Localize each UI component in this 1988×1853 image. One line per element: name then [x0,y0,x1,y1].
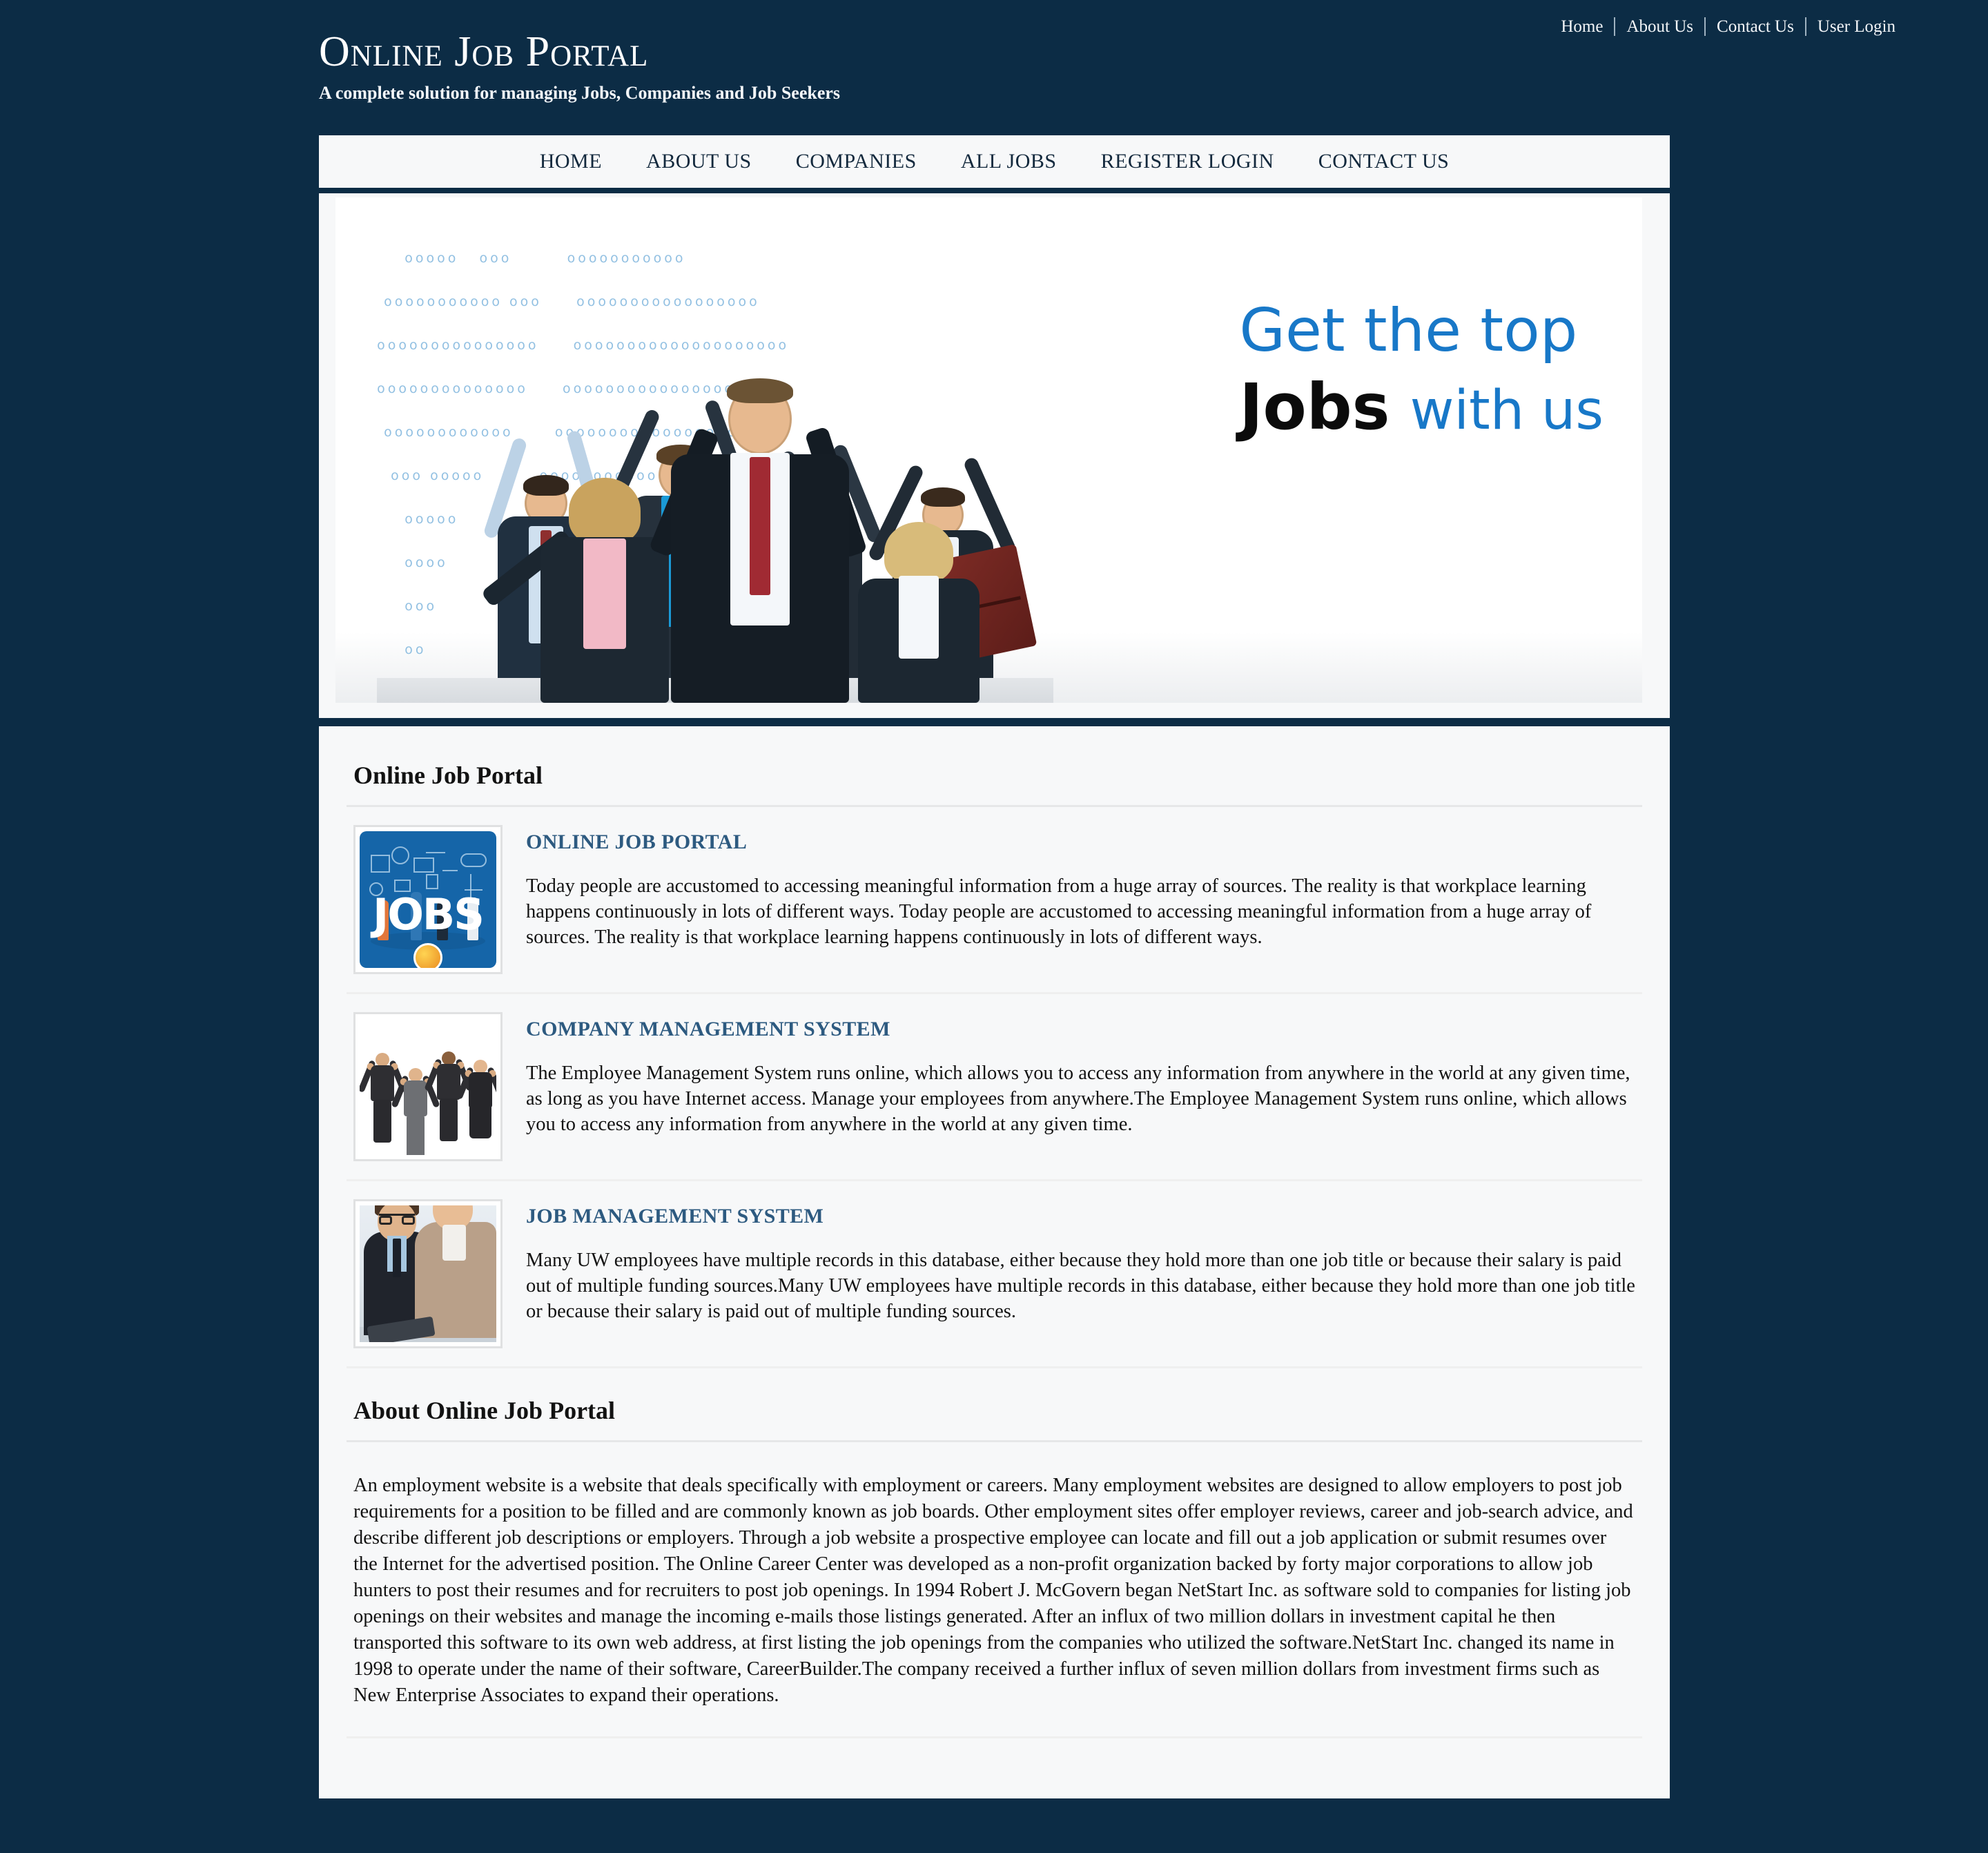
nav-item-register-login[interactable]: REGISTER LOGIN [1079,150,1296,173]
hero-line-1: Get the top [1239,296,1578,365]
nav-item-contact-us[interactable]: CONTACT US [1296,150,1472,173]
globe-icon [413,943,442,968]
feature-thumbnail-online-job-portal[interactable]: JOBS [353,825,503,974]
feature-text: Today people are accustomed to accessing… [526,875,1592,948]
hero-tagline: Get the top Jobs with us [1239,296,1604,442]
jumping-person [391,1068,440,1155]
cloud-icon [460,853,487,867]
page-title: Online Job Portal [347,726,1642,807]
nav-item-all-jobs[interactable]: ALL JOBS [939,150,1079,173]
nav-item-home[interactable]: HOME [518,150,624,173]
solar-panel-icon [371,855,390,873]
feature-row: JOB MANAGEMENT SYSTEM Many UW employees … [347,1181,1642,1368]
jumping-person [360,1053,407,1144]
hero-banner-image: ooooo ooo ooooooooooo ooooooooooo ooo oo… [335,197,1642,703]
nav-item-companies[interactable]: COMPANIES [774,150,939,173]
feature-text: The Employee Management System runs onli… [526,1063,1630,1135]
hourglass-icon [426,874,438,889]
feature-thumbnail-company-management[interactable] [353,1012,503,1161]
main-nav: HOME ABOUT US COMPANIES ALL JOBS REGISTE… [319,135,1670,188]
jumping-person [456,1060,496,1148]
hero-banner-wrapper: ooooo ooo ooooooooooo ooooooooooo ooo oo… [319,193,1670,718]
site-brand[interactable]: Online Job Portal A complete solution fo… [319,30,1672,102]
decor-line-icon [442,870,458,871]
feature-text: Many UW employees have multiple records … [526,1250,1635,1322]
nav-item-about-us[interactable]: ABOUT US [624,150,774,173]
main-content-panel: Online Job Portal JOBS ONLINE JOB PORTAL… [319,726,1670,1798]
feature-title: ONLINE JOB PORTAL [526,831,748,853]
toplink-contact-us[interactable]: Contact Us [1706,18,1805,35]
profile-card-icon [413,857,434,873]
jobs-wordmark: JOBS [373,889,485,940]
site-tagline: A complete solution for managing Jobs, C… [319,83,841,103]
feature-row: COMPANY MANAGEMENT SYSTEM The Employee M… [347,994,1642,1181]
toplink-user-login[interactable]: User Login [1806,18,1907,35]
hero-line-2-bold: Jobs [1239,369,1390,444]
feature-thumbnail-job-management[interactable] [353,1199,503,1348]
business-people-photo-graphic [377,268,1053,703]
about-section-text: An employment website is a website that … [347,1442,1642,1738]
decor-line-icon [426,852,445,853]
hero-line-2-rest: with us [1410,379,1604,442]
sun-icon [391,846,409,864]
feature-title: COMPANY MANAGEMENT SYSTEM [526,1018,890,1040]
site-title: Online Job Portal [319,28,649,75]
feature-row: JOBS ONLINE JOB PORTAL Today people are … [347,807,1642,994]
glasses-icon [379,1214,415,1225]
feature-title: JOB MANAGEMENT SYSTEM [526,1205,824,1228]
page-root: Home About Us Contact Us User Login Onli… [0,0,1988,1853]
about-section-title: About Online Job Portal [347,1368,1642,1442]
